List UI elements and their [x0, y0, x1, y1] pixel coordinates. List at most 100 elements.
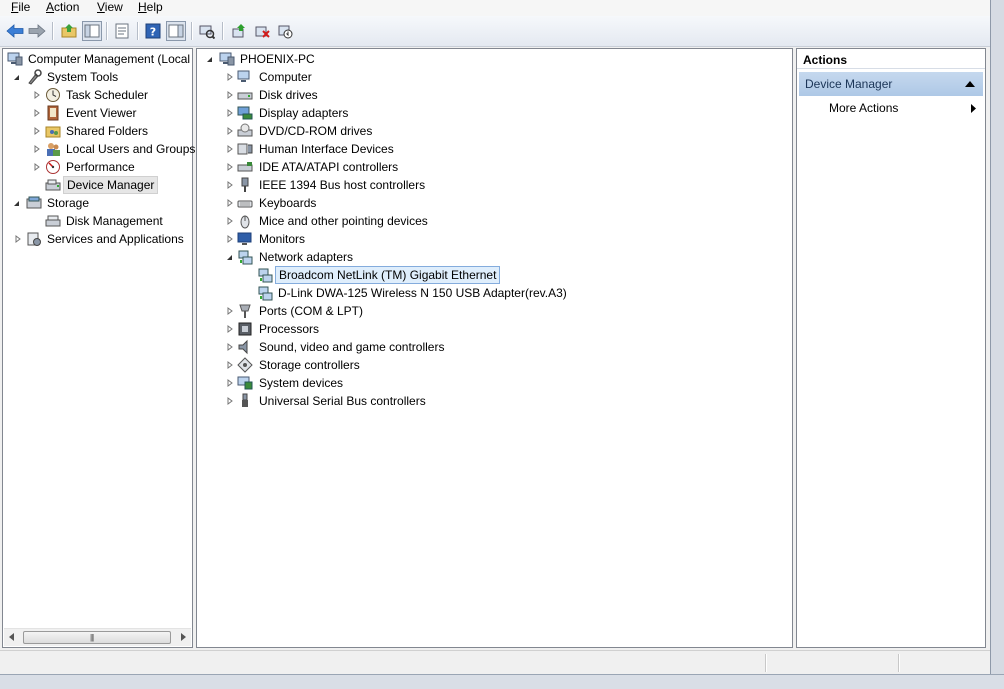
expand-arrow-icon[interactable]: [32, 158, 41, 176]
scan-hardware-changes-icon: [199, 25, 215, 39]
expand-arrow-icon[interactable]: [32, 86, 41, 104]
shared-folder-icon: [45, 126, 61, 138]
processor-icon: [238, 322, 252, 336]
expand-arrow-icon[interactable]: [225, 176, 234, 194]
expand-arrow-icon[interactable]: [225, 104, 234, 122]
system-device-icon: [237, 376, 253, 390]
tree-label: D-Link DWA-125 Wireless N 150 USB Adapte…: [278, 286, 567, 300]
tree-node-computer-management[interactable]: Computer Management (Local: [3, 50, 191, 68]
scroll-left-arrow-icon[interactable]: [9, 633, 15, 641]
collapse-arrow-icon[interactable]: [12, 194, 21, 212]
expand-arrow-icon[interactable]: [225, 194, 234, 212]
collapse-arrow-icon[interactable]: [12, 68, 21, 86]
expand-arrow-icon[interactable]: [225, 212, 234, 230]
horizontal-scrollbar[interactable]: |||: [4, 628, 191, 646]
tree-label: Computer Management (Local: [28, 52, 191, 66]
properties-button[interactable]: [112, 21, 132, 41]
tree-node-system-tools[interactable]: System Tools: [3, 68, 191, 86]
expand-arrow-icon[interactable]: [225, 140, 234, 158]
tree-label: System Tools: [47, 70, 119, 84]
show-hide-console-tree-button[interactable]: [82, 21, 102, 41]
users-icon: [47, 143, 60, 156]
menu-action[interactable]: Action: [46, 0, 79, 16]
tree-node-event-viewer[interactable]: Event Viewer: [3, 104, 191, 122]
update-driver-button[interactable]: [229, 21, 249, 41]
expand-arrow-icon[interactable]: [225, 392, 234, 410]
tree-node-shared-folders[interactable]: Shared Folders: [3, 122, 191, 140]
menu-bar: File Action View Help: [0, 0, 990, 16]
scroll-right-arrow-icon[interactable]: [180, 633, 186, 641]
expand-arrow-icon[interactable]: [32, 104, 41, 122]
tree-label: Shared Folders: [66, 124, 149, 138]
scrollbar-thumb[interactable]: |||: [23, 631, 171, 644]
mouse-icon: [240, 215, 250, 229]
expand-arrow-icon[interactable]: [32, 140, 41, 158]
sound-icon: [238, 339, 248, 355]
ieee1394-icon: [241, 177, 249, 192]
expand-arrow-icon[interactable]: [32, 122, 41, 140]
device-manager-icon: [45, 179, 61, 191]
disable-device-button[interactable]: [275, 21, 295, 41]
more-actions-item[interactable]: More Actions: [829, 99, 898, 117]
expand-arrow-icon[interactable]: [13, 230, 22, 248]
collapse-arrow-icon[interactable]: [225, 248, 234, 266]
console-tree-pane: Computer Management (Local System Tools …: [2, 48, 195, 648]
tree-node-services-applications[interactable]: Services and Applications: [3, 230, 191, 248]
tree-label: Ports (COM & LPT): [259, 304, 364, 318]
expand-arrow-icon[interactable]: [225, 320, 234, 338]
keyboard-icon: [237, 200, 253, 208]
expand-arrow-icon[interactable]: [225, 356, 234, 374]
menu-file[interactable]: File: [11, 0, 30, 16]
menu-view[interactable]: View: [97, 0, 123, 16]
up-one-level-button[interactable]: [59, 21, 79, 41]
toolbar: ?: [0, 16, 990, 47]
computer-management-icon: [7, 52, 23, 66]
uninstall-button[interactable]: [252, 21, 272, 41]
help-icon: ?: [145, 23, 161, 39]
tree-label: Task Scheduler: [66, 88, 149, 102]
expand-arrow-icon[interactable]: [225, 338, 234, 356]
expand-arrow-icon[interactable]: [225, 158, 234, 176]
tree-label: System devices: [259, 376, 344, 390]
disk-icon: [45, 215, 61, 227]
help-button[interactable]: ?: [143, 21, 163, 41]
tree-node-device-manager[interactable]: Device Manager: [3, 176, 191, 194]
collapse-up-icon[interactable]: [965, 81, 975, 87]
expand-arrow-icon[interactable]: [225, 374, 234, 392]
tree-node-local-users-groups[interactable]: Local Users and Groups: [3, 140, 195, 158]
expand-arrow-icon[interactable]: [225, 122, 234, 140]
tree-label: Device Manager: [63, 176, 159, 194]
up-folder-icon: [61, 24, 77, 38]
actions-section-device-manager[interactable]: Device Manager: [799, 72, 983, 96]
expand-arrow-icon[interactable]: [225, 68, 234, 86]
forward-button[interactable]: [27, 21, 47, 41]
show-hide-console-tree-icon: [84, 24, 100, 38]
expand-arrow-icon[interactable]: [225, 230, 234, 248]
tools-icon: [28, 69, 42, 85]
hid-icon: [237, 143, 253, 155]
network-adapter-icon: [238, 250, 253, 265]
tree-label: Network adapters: [259, 250, 354, 264]
tree-node-disk-management[interactable]: Disk Management: [3, 212, 191, 230]
uninstall-icon: [255, 26, 270, 38]
performance-gauge-icon: [46, 160, 60, 174]
expand-arrow-icon[interactable]: [225, 86, 234, 104]
show-hide-action-pane-button[interactable]: [166, 21, 186, 41]
tree-node-performance[interactable]: Performance: [3, 158, 191, 176]
tree-label: DVD/CD-ROM drives: [259, 124, 373, 138]
tree-label: Services and Applications: [47, 232, 184, 246]
tree-label: Performance: [66, 160, 135, 174]
expand-arrow-icon[interactable]: [225, 302, 234, 320]
back-arrow-icon: [6, 24, 24, 38]
clock-icon: [46, 88, 60, 102]
device-tree-pane: PHOENIX-PC Computer Disk drives Display ad…: [196, 48, 793, 648]
back-button[interactable]: [5, 21, 25, 41]
collapse-arrow-icon[interactable]: [205, 50, 214, 68]
menu-help[interactable]: Help: [138, 0, 163, 16]
disable-device-icon: [278, 25, 293, 39]
tree-node-storage[interactable]: Storage: [3, 194, 191, 212]
tree-node-task-scheduler[interactable]: Task Scheduler: [3, 86, 191, 104]
services-icon: [27, 232, 41, 246]
scan-hardware-button[interactable]: [197, 21, 217, 41]
tree-label: Human Interface Devices: [259, 142, 394, 156]
